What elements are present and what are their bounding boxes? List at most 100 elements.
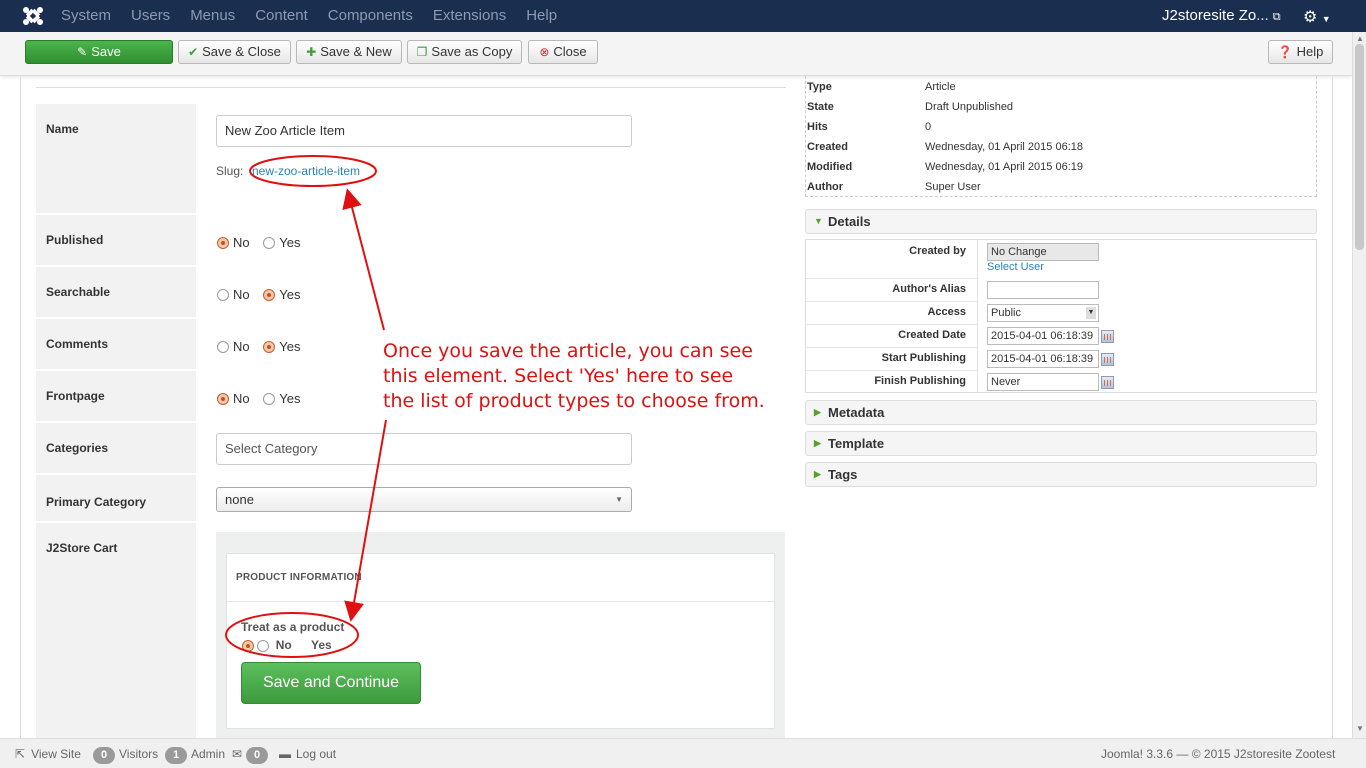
calendar-icon[interactable] [1101,330,1114,343]
menu-menus[interactable]: Menus [190,0,235,32]
radio-icon [263,340,276,353]
scrollbar-thumb[interactable] [1355,44,1364,250]
annotation-text: Once you save the article, you can see t… [383,339,823,414]
check-icon: ✔ [188,45,199,59]
save-new-button[interactable]: ✚ Save & New [296,40,402,64]
divider [806,347,977,348]
author-alias-input[interactable] [987,281,1099,299]
created-by-label: Created by [909,245,966,257]
help-button[interactable]: ❓ Help [1268,40,1333,64]
footer-version: Joomla! 3.3.6 — © 2015 J2storesite Zoote… [1101,747,1336,761]
treat-as-product-radio-group: No Yes [242,638,332,652]
triangle-right-icon: ▶ [814,469,821,479]
annotation-line: this element. Select 'Yes' here to see [383,365,734,387]
published-label: Published [36,215,196,265]
template-accordion-header[interactable]: ▶ Template [805,431,1317,456]
details-accordion-header[interactable]: ▼ Details [805,209,1317,234]
annotation-line: the list of product types to choose from… [383,390,765,412]
comments-no-option[interactable]: No [217,338,250,354]
triangle-right-icon: ▶ [814,438,821,448]
published-yes-option[interactable]: Yes [263,234,300,250]
calendar-icon[interactable] [1101,353,1114,366]
save-as-copy-button[interactable]: ❐ Save as Copy [407,40,522,64]
finish-publishing-input[interactable]: Never [987,373,1099,391]
minus-icon: ▬ [279,747,291,761]
radio-icon [217,288,229,301]
gear-icon[interactable]: ⚙ ▼ [1303,7,1331,27]
tags-accordion-header[interactable]: ▶ Tags [805,462,1317,487]
edit-icon: ✎ [77,45,88,59]
divider [806,370,977,371]
scroll-down-icon[interactable]: ▼ [1356,724,1364,733]
joomla-logo-icon[interactable] [22,6,44,26]
save-button[interactable]: ✎ Save [25,40,173,64]
searchable-label: Searchable [36,267,196,317]
radio-icon [217,340,229,353]
access-label: Access [927,306,966,318]
menu-content[interactable]: Content [255,0,308,32]
frontpage-yes-option[interactable]: Yes [263,390,300,406]
admin-indicator: 1 Admin [165,739,225,768]
divider [977,240,978,392]
j2store-cart-label: J2Store Cart [36,523,196,738]
start-publishing-label: Start Publishing [881,352,966,364]
chevron-down-icon: ▼ [615,495,623,504]
created-date-label: Created Date [898,329,966,341]
searchable-radio-group: No Yes [217,286,310,302]
searchable-no-option[interactable]: No [217,286,250,302]
mail-indicator[interactable]: ✉ 0 [232,739,272,768]
frontpage-label: Frontpage [36,371,196,421]
access-select[interactable]: Public ▼ [987,304,1099,322]
save-close-button[interactable]: ✔ Save & Close [178,40,291,64]
menu-help[interactable]: Help [526,0,557,32]
save-and-continue-button[interactable]: Save and Continue [241,662,421,704]
radio-icon [217,236,229,249]
main-menu: System Users Menus Content Components Ex… [61,0,577,32]
divider [806,301,977,302]
menu-system[interactable]: System [61,0,111,32]
scrollbar[interactable]: ▲ ▼ [1352,32,1366,738]
close-circle-icon: ⊗ [539,45,550,59]
site-title: J2storesite Zo... [1162,7,1269,24]
published-no-option[interactable]: No [217,234,250,250]
close-button[interactable]: ⊗ Close [528,40,598,64]
start-publishing-input[interactable]: 2015-04-01 06:18:39 [987,350,1099,368]
view-site-link[interactable]: ⇱ View Site [15,739,81,768]
created-date-input[interactable]: 2015-04-01 06:18:39 [987,327,1099,345]
calendar-icon[interactable] [1101,376,1114,389]
radio-icon [217,392,229,405]
primary-category-select[interactable]: none ▼ [216,487,632,512]
scroll-up-icon[interactable]: ▲ [1356,34,1364,43]
copy-icon: ❐ [416,45,428,59]
menu-extensions[interactable]: Extensions [433,0,506,32]
treat-radio-selected[interactable] [242,639,254,652]
comments-yes-option[interactable]: Yes [263,338,300,354]
frontpage-no-option[interactable]: No [217,390,250,406]
slug-label: Slug: [216,164,244,178]
triangle-down-icon: ▼ [814,216,823,226]
divider [806,324,977,325]
treat-no-label: No [275,638,292,652]
menu-components[interactable]: Components [328,0,413,32]
divider [806,278,977,279]
searchable-yes-option[interactable]: Yes [263,286,300,302]
categories-select[interactable]: Select Category [216,433,632,465]
item-info-box [805,76,1317,197]
external-link-icon: ⧉ [1272,11,1281,23]
treat-yes-label[interactable]: Yes [311,638,332,652]
radio-icon [263,288,276,301]
finish-publishing-label: Finish Publishing [874,375,966,387]
logout-link[interactable]: ▬ Log out [279,739,336,768]
menu-users[interactable]: Users [131,0,170,32]
visitors-indicator: 0 Visitors [93,739,158,768]
categories-label: Categories [36,423,196,473]
select-user-link[interactable]: Select User [987,261,1044,273]
annotation-line: Once you save the article, you can see [383,340,753,362]
treat-no-radio[interactable] [257,639,270,652]
name-label: Name [36,104,196,213]
name-input[interactable]: New Zoo Article Item [216,115,632,147]
site-link[interactable]: J2storesite Zo... ⧉ [1162,0,1281,33]
metadata-accordion-header[interactable]: ▶ Metadata [805,400,1317,425]
slug-link[interactable]: new-zoo-article-item [252,164,360,178]
status-bar: ⇱ View Site 0 Visitors 1 Admin ✉ 0 ▬ Log out … [0,738,1366,768]
